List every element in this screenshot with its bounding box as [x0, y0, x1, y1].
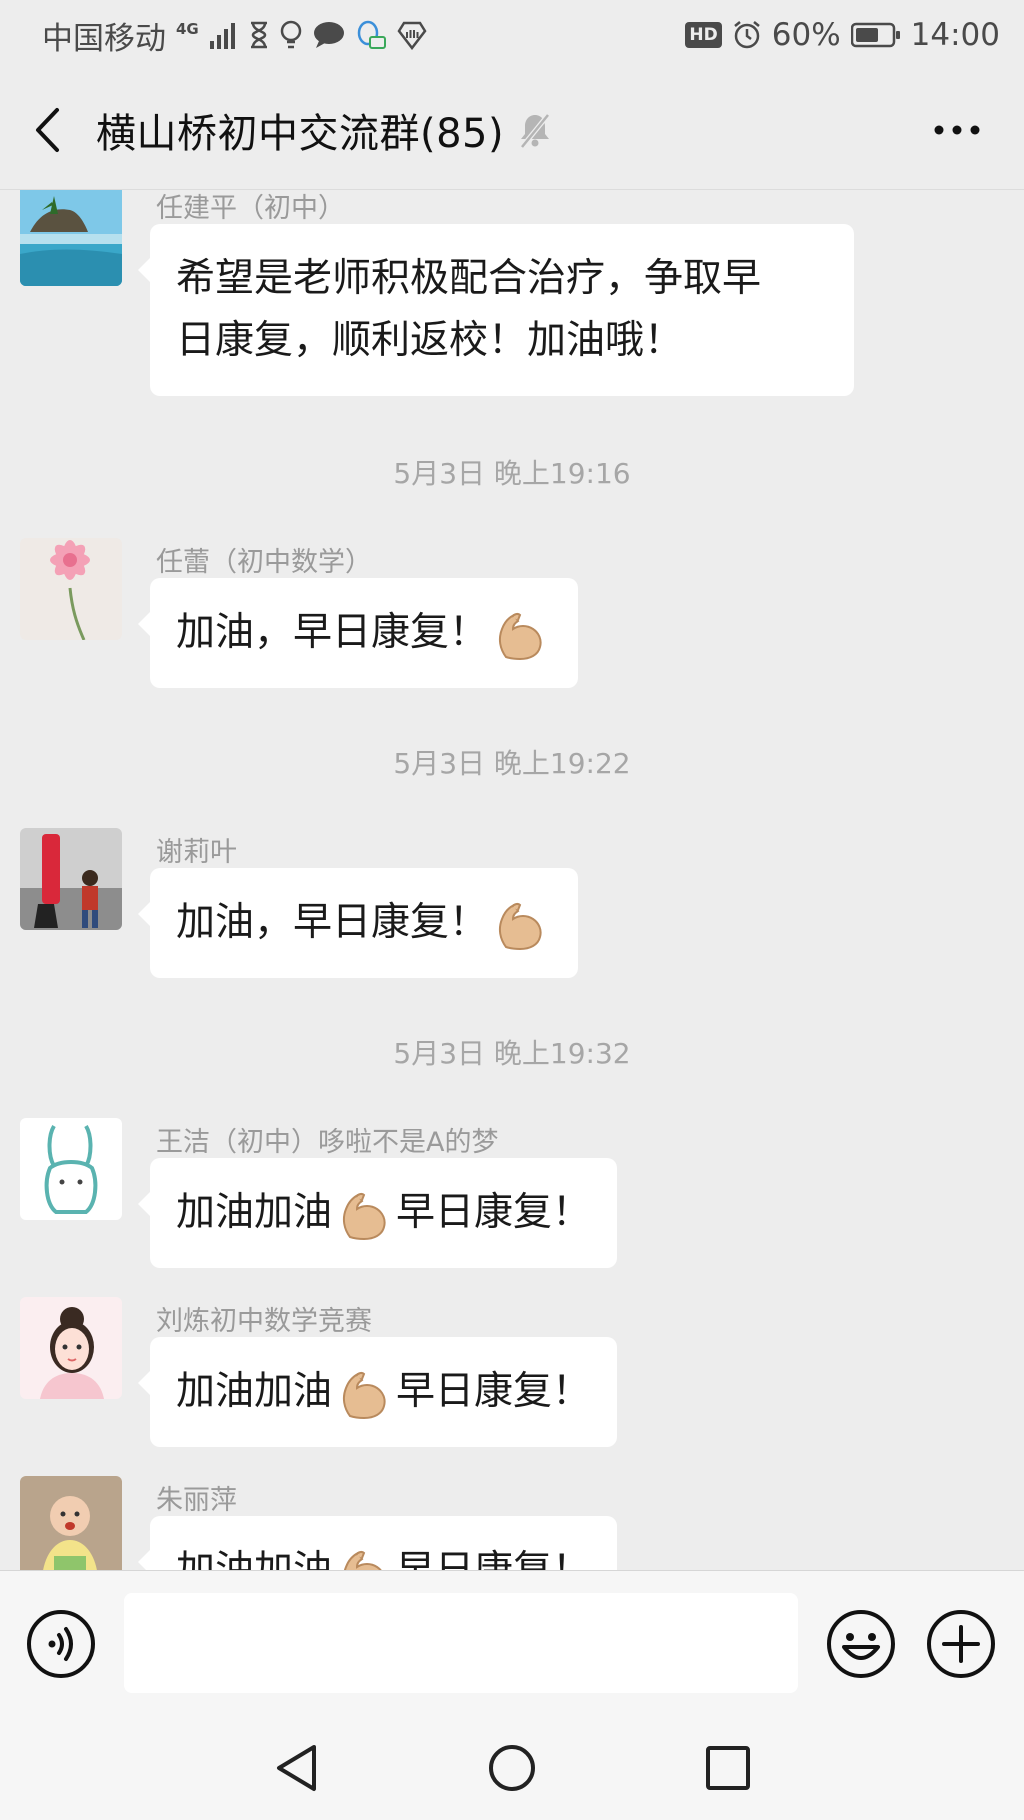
timestamp: 5月3日 晚上19:22 [393, 747, 631, 780]
chevron-left-icon [36, 107, 59, 152]
nav-home-circle-icon [489, 1745, 535, 1791]
system-nav-bar [0, 1716, 1024, 1820]
battery-icon [850, 22, 901, 48]
chat-bubble-icon [313, 21, 345, 49]
carrier-label: 中国移动 [42, 20, 166, 57]
avatar[interactable] [20, 538, 122, 640]
status-bar: 中国移动 4G HD 60% 14:00 [0, 0, 1024, 70]
plus-button[interactable] [926, 1609, 996, 1683]
smiley-icon [827, 1610, 895, 1678]
avatar[interactable] [20, 828, 122, 930]
message-list[interactable]: 任建平（初中） 希望是老师积极配合治疗，争取早 日康复，顺利返校！加油哦！ 5月… [0, 190, 1024, 1570]
voice-button[interactable] [26, 1609, 96, 1683]
avatar[interactable] [20, 1476, 122, 1570]
title-bar: 横山桥初中交流群(85) [0, 70, 1024, 190]
sender-name: 谢莉叶 [156, 837, 237, 868]
flexed-biceps-icon [342, 1192, 386, 1240]
message-bubble[interactable]: 加油，早日康复！ [137, 578, 579, 688]
message-bubble[interactable]: 加油加油 早日康复！ [137, 1516, 618, 1570]
back-button[interactable] [0, 70, 96, 190]
sender-name: 刘炼初中数学竞赛 [156, 1306, 372, 1337]
message-text: 加油，早日康复！ [176, 900, 489, 945]
message-text: 加油，早日康复！ [176, 610, 489, 655]
hourglass-icon [249, 21, 269, 49]
flexed-biceps-icon [498, 902, 542, 950]
nav-recents-square-icon [706, 1746, 750, 1790]
avatar[interactable] [20, 1118, 122, 1220]
nav-back-button[interactable] [263, 1735, 329, 1801]
timestamp: 5月3日 晚上19:16 [393, 457, 631, 490]
voice-icon [27, 1610, 95, 1678]
message-text: 加油加油 [176, 1548, 332, 1570]
flexed-biceps-icon [342, 1371, 386, 1419]
emoji-button[interactable] [826, 1609, 896, 1683]
sender-name: 任蕾（初中数学） [156, 547, 372, 578]
hd-badge: HD [685, 22, 722, 48]
chat-title: 横山桥初中交流群(85) [96, 110, 505, 157]
message-text-tail: 早日康复！ [396, 1369, 592, 1414]
message-bubble[interactable]: 加油加油 早日康复！ [137, 1337, 618, 1447]
nav-recents-button[interactable] [695, 1735, 761, 1801]
bulb-icon [279, 20, 303, 50]
timestamp: 5月3日 晚上19:32 [393, 1037, 631, 1070]
sender-name: 任建平（初中） [156, 193, 345, 224]
message-bubble[interactable]: 希望是老师积极配合治疗，争取早 日康复，顺利返校！加油哦！ [138, 224, 854, 396]
message-bubble[interactable]: 加油加油 早日康复！ [137, 1158, 618, 1268]
message-text-tail: 早日康复！ [396, 1190, 592, 1235]
network-label: 4G [176, 20, 199, 38]
clock: 14:00 [910, 17, 1000, 53]
message-text: 加油加油 [176, 1369, 333, 1414]
sender-name: 王洁（初中）哆啦不是A的梦 [156, 1127, 499, 1158]
more-dots-icon [934, 125, 980, 135]
avatar[interactable] [20, 190, 122, 286]
alarm-icon [732, 20, 762, 50]
battery-percent: 60% [771, 17, 841, 53]
message-bubble[interactable]: 加油，早日康复！ [137, 868, 579, 978]
message-text: 加油加油 [176, 1190, 333, 1235]
qq-icon [355, 19, 387, 51]
message-input[interactable] [124, 1593, 798, 1693]
more-button[interactable] [912, 70, 1002, 190]
bell-muted-icon [518, 111, 552, 149]
message-text: 希望是老师积极配合治疗，争取早 日康复，顺利返校！加油哦！ [176, 256, 762, 363]
flexed-biceps-icon [498, 612, 542, 660]
message-text-tail: 早日康复！ [396, 1548, 591, 1570]
hand-icon [397, 20, 427, 50]
plus-circle-icon [927, 1610, 995, 1678]
flexed-biceps-icon [343, 1550, 383, 1570]
avatar[interactable] [20, 1297, 122, 1399]
sender-name: 朱丽萍 [156, 1485, 237, 1516]
nav-home-button[interactable] [479, 1735, 545, 1801]
signal-icon [209, 21, 239, 49]
input-bar [0, 1570, 1024, 1716]
nav-back-triangle-icon [277, 1745, 316, 1791]
